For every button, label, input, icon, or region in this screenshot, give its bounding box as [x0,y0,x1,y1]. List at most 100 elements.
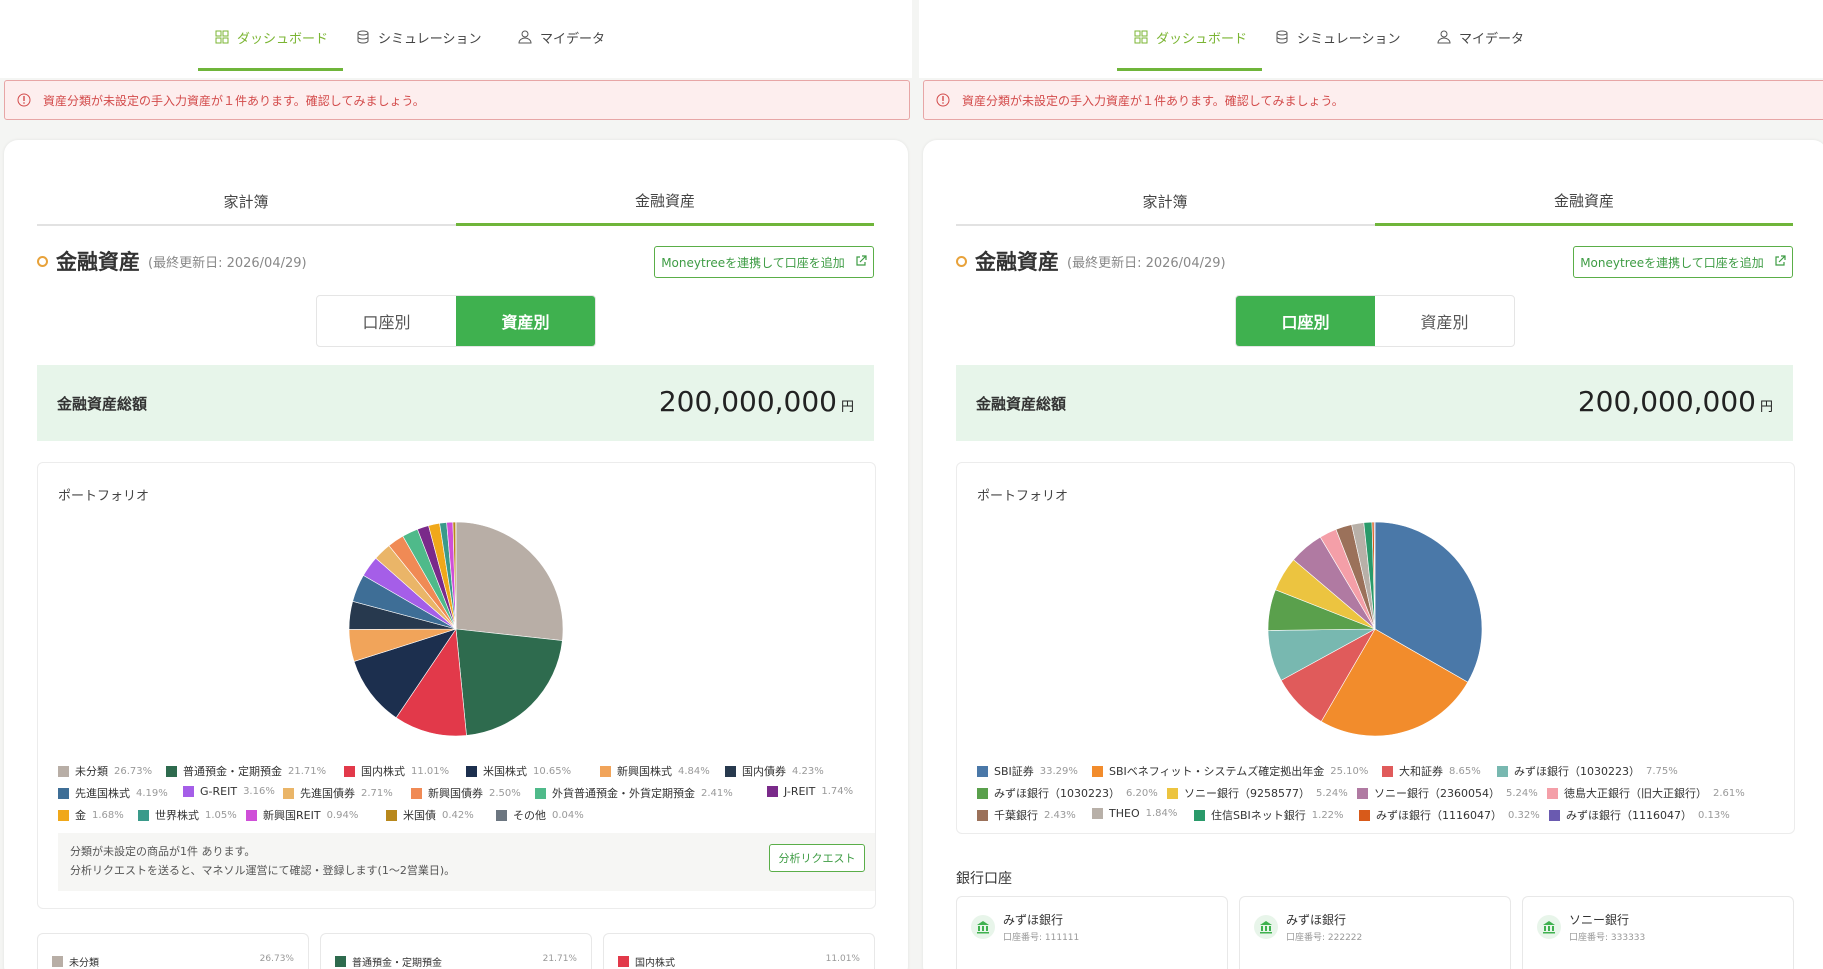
bank-account-card[interactable]: ソニー銀行 口座番号: 333333 [1522,896,1794,969]
legend-item: みずほ銀行（1116047） 0.32% [1359,807,1540,823]
bank-icon [971,915,995,939]
tab-financial-assets[interactable]: 金融資産 [1375,178,1793,226]
legend-pct: 4.19% [136,787,168,799]
legend-item: ソニー銀行（9258577） 5.24% [1167,785,1348,801]
bank-account-card[interactable]: みずほ銀行 口座番号: 222222 [1239,896,1511,969]
legend-pct: 3.16% [243,786,275,797]
database-icon [1275,30,1289,44]
legend-swatch [466,765,477,777]
by-account-button[interactable]: 口座別 [317,296,456,346]
category-swatch [52,956,63,967]
legend-pct: 4.84% [678,765,710,777]
category-cards: 未分類 26.73% 普通預金・定期預金 21.71% 国内株式 11.01% [37,933,875,969]
legend-pct: 5.24% [1506,787,1538,799]
legend-label: SBIベネフィット・システムズ確定拠出年金 [1109,765,1325,778]
category-card[interactable]: 国内株式 11.01% [603,933,875,969]
legend-pct: 8.65% [1449,765,1481,777]
legend-pct: 2.50% [489,787,521,799]
alert-banner: 資産分類が未設定の手入力資産が１件あります。確認してみましょう。 [4,80,910,120]
financial-card: 家計簿 金融資産 金融資産 (最終更新日: 2026/04/29) Moneyt… [923,140,1823,969]
category-card-row: 普通預金・定期預金 [335,954,442,969]
nav-active-underline [198,68,343,71]
tab-financial-assets[interactable]: 金融資産 [456,178,874,226]
legend-label: 未分類 [75,765,108,778]
legend-pct: 2.41% [701,787,733,799]
moneytree-link-button[interactable]: Moneytreeを連携して口座を追加 [654,246,874,278]
database-icon [356,30,370,44]
legend-pct: 1.84% [1145,808,1178,819]
analysis-request-button[interactable]: 分析リクエスト [769,844,865,872]
legend-item: ソニー銀行（2360054） 5.24% [1357,785,1538,801]
legend-item: SBIベネフィット・システムズ確定拠出年金 25.10% [1092,763,1368,779]
tab-household[interactable]: 家計簿 [956,178,1374,224]
legend-label: みずほ銀行（1030223） [994,787,1120,800]
legend-pct: 2.61% [1713,787,1745,799]
legend-pct: 7.75% [1646,765,1678,777]
nav-mydata[interactable]: マイデータ [1437,24,1524,50]
legend-pct: 2.71% [361,787,393,799]
category-card[interactable]: 未分類 26.73% [37,933,309,969]
by-asset-button[interactable]: 資産別 [456,296,595,346]
total-value: 200,000,000 円 [1578,385,1773,418]
legend-label: ソニー銀行（2360054） [1374,787,1500,800]
by-account-button[interactable]: 口座別 [1236,296,1375,346]
legend-item: 未分類 26.73% [58,763,152,779]
bank-account-card[interactable]: みずほ銀行 口座番号: 111111 [956,896,1228,969]
legend-swatch [1549,809,1560,821]
nav-simulation[interactable]: シミュレーション [356,24,481,50]
last-updated: (最終更新日: 2026/04/29) [148,255,307,271]
legend-label: その他 [513,809,546,822]
legend-label: 徳島大正銀行（旧大正銀行） [1564,787,1707,800]
legend-swatch [977,809,988,821]
legend-pct: 0.42% [442,809,474,821]
legend-pct: 0.94% [326,809,359,821]
category-card[interactable]: 普通預金・定期預金 21.71% [320,933,592,969]
user-icon [518,30,532,44]
top-nav: ダッシュボード シミュレーション マイデータ [919,0,1823,78]
nav-simulation-label: シミュレーション [378,31,482,47]
legend-pct: 0.04% [552,809,584,821]
legend-swatch [600,765,611,777]
legend-swatch [1194,809,1205,821]
left-pane: ダッシュボード シミュレーション マイデータ 資産分類が未設定の手入力資産が１件… [0,0,912,969]
bank-account-number: 口座番号: 222222 [1286,933,1363,943]
legend-swatch [977,787,988,799]
bank-name: みずほ銀行 [1286,913,1347,927]
right-pane: ダッシュボード シミュレーション マイデータ 資産分類が未設定の手入力資産が１件… [919,0,1823,969]
legend-pct: 2.43% [1044,809,1076,821]
dashboard-icon [215,30,229,44]
legend-swatch [1359,809,1370,821]
legend-item: 国内株式 11.01% [344,763,449,779]
nav-simulation[interactable]: シミュレーション [1275,24,1400,50]
legend-swatch [977,765,988,777]
unclassified-note: 分類が未設定の商品が1件 あります。 分析リクエストを送ると、マネソル運営にて確… [58,833,875,891]
bank-icon [1537,915,1561,939]
alert-text: 資産分類が未設定の手入力資産が１件あります。確認してみましょう。 [962,93,1344,108]
moneytree-link-button[interactable]: Moneytreeを連携して口座を追加 [1573,246,1793,278]
pie-slice[interactable] [455,521,564,641]
bullet-icon [37,255,48,267]
legend-pct: 11.01% [411,765,450,777]
page-title: 金融資産 [56,250,140,274]
legend-label: 先進国債券 [300,787,355,800]
tab-household[interactable]: 家計簿 [37,178,455,224]
legend-swatch [411,787,422,799]
legend-label: みずほ銀行（1116047） [1376,809,1502,822]
bank-icon [1254,915,1278,939]
nav-mydata[interactable]: マイデータ [518,24,605,50]
legend-swatch [535,787,546,799]
legend-item: 外貨普通預金・外貨定期預金 2.41% [535,785,733,801]
legend-label: みずほ銀行（1116047） [1566,809,1692,822]
legend-label: 世界株式 [155,809,199,822]
nav-dashboard[interactable]: ダッシュボード [215,24,328,50]
portfolio-legend: SBI証券 33.29% SBIベネフィット・システムズ確定拠出年金 25.10% 大和… [977,763,1777,823]
legend-pct: 10.65% [533,765,572,777]
legend-label: 千葉銀行 [994,809,1038,822]
legend-swatch [1357,787,1368,799]
nav-dashboard[interactable]: ダッシュボード [1134,24,1247,50]
by-asset-button[interactable]: 資産別 [1375,296,1514,346]
legend-item: みずほ銀行（1030223） 7.75% [1497,763,1678,779]
pie-slice[interactable] [455,628,563,736]
total-unit: 円 [840,400,854,415]
category-swatch [618,956,629,967]
